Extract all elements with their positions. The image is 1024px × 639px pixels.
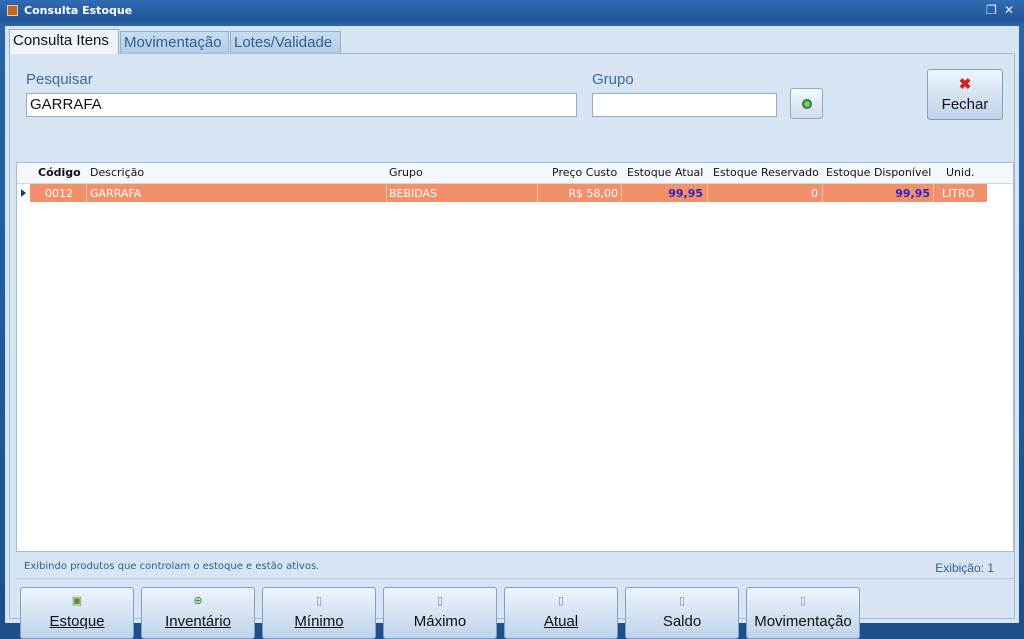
search-icon [802,99,812,109]
col-descricao[interactable]: Descrição [90,166,144,179]
row-indicator [17,184,30,202]
movimentacao-button[interactable]: ▯ Movimentação [746,587,860,639]
minimo-label: Mínimo [294,613,344,630]
estoque-grid: Código Descrição Grupo Preço Custo Estoq… [16,162,1014,552]
cell-grupo: BEBIDAS [389,187,438,200]
cell-separator [822,184,823,202]
col-preco-custo[interactable]: Preço Custo [552,166,617,179]
restore-icon[interactable]: ❐ [986,3,997,17]
col-codigo[interactable]: Código [38,166,81,179]
app-icon [7,5,18,16]
cell-separator [933,184,934,202]
saldo-button[interactable]: ▯ Saldo [625,587,739,639]
cell-descricao: GARRAFA [90,187,142,200]
col-unid[interactable]: Unid. [946,166,975,179]
add-circle-icon: ⊕ [193,595,203,607]
movimentacao-label: Movimentação [754,613,852,630]
clipboard-icon: ▣ [71,595,83,607]
minimo-button[interactable]: ▯ Mínimo [262,587,376,639]
atual-button[interactable]: ▯ Atual [504,587,618,639]
pesquisar-label: Pesquisar [26,71,93,88]
close-icon[interactable]: ✕ [1004,3,1014,17]
grupo-search-button[interactable] [790,88,823,119]
maximo-label: Máximo [413,613,467,630]
atual-label: Atual [543,613,579,630]
tab-movimentacao[interactable]: Movimentação [120,31,229,53]
estoque-label: Estoque [49,613,105,630]
saldo-label: Saldo [662,613,702,630]
cell-separator [537,184,538,202]
inventario-button[interactable]: ⊕ Inventário [141,587,255,639]
cell-separator [707,184,708,202]
cell-estoque-reservado: 0 [811,187,818,200]
consulta-itens-panel: Pesquisar GARRAFA Grupo ✖ Fechar Código … [9,53,1015,639]
cell-estoque-atual: 99,95 [668,187,703,200]
row-pointer-icon [21,189,26,197]
fechar-button[interactable]: ✖ Fechar [927,69,1003,120]
cell-codigo: 0012 [45,187,73,200]
consulta-estoque-window: Consulta Estoque ❐ ✕ Consulta Itens Movi… [0,0,1024,639]
inventario-label: Inventário [165,613,231,630]
tab-consulta-itens[interactable]: Consulta Itens [9,29,119,54]
pesquisar-input[interactable]: GARRAFA [26,93,577,117]
cell-unid: LITRO [942,187,975,200]
col-grupo[interactable]: Grupo [389,166,423,179]
col-estoque-atual[interactable]: Estoque Atual [627,166,703,179]
window-title: Consulta Estoque [24,4,133,17]
document-icon: ▯ [678,595,686,607]
table-row[interactable]: 0012 GARRAFA BEBIDAS R$ 58,00 99,95 0 99… [30,184,987,202]
fechar-label: Fechar [941,96,989,113]
document-icon: ▯ [799,595,807,607]
document-icon: ▯ [315,595,323,607]
document-icon: ▯ [557,595,565,607]
col-estoque-disponivel[interactable]: Estoque Disponível [826,166,931,179]
cell-separator [621,184,622,202]
status-message: Exibindo produtos que controlam o estoqu… [24,561,320,572]
col-estoque-reservado[interactable]: Estoque Reservado [713,166,819,179]
close-x-icon: ✖ [958,76,972,93]
grid-header: Código Descrição Grupo Preço Custo Estoq… [17,163,1013,184]
cell-estoque-disponivel: 99,95 [895,187,930,200]
cell-separator [386,184,387,202]
tab-lotes-validade[interactable]: Lotes/Validade [230,31,341,53]
cell-separator [86,184,87,202]
grupo-label: Grupo [592,71,634,88]
estoque-button[interactable]: ▣ Estoque [20,587,134,639]
cell-preco-custo: R$ 58,00 [568,187,618,200]
main-content: Consulta Itens Movimentação Lotes/Valida… [5,26,1019,639]
maximo-button[interactable]: ▯ Máximo [383,587,497,639]
status-divider [16,578,1014,579]
document-icon: ▯ [436,595,444,607]
title-bar: Consulta Estoque ❐ ✕ [0,0,1024,22]
status-count: Exibição: 1 [935,561,994,575]
grupo-input[interactable] [592,93,777,117]
